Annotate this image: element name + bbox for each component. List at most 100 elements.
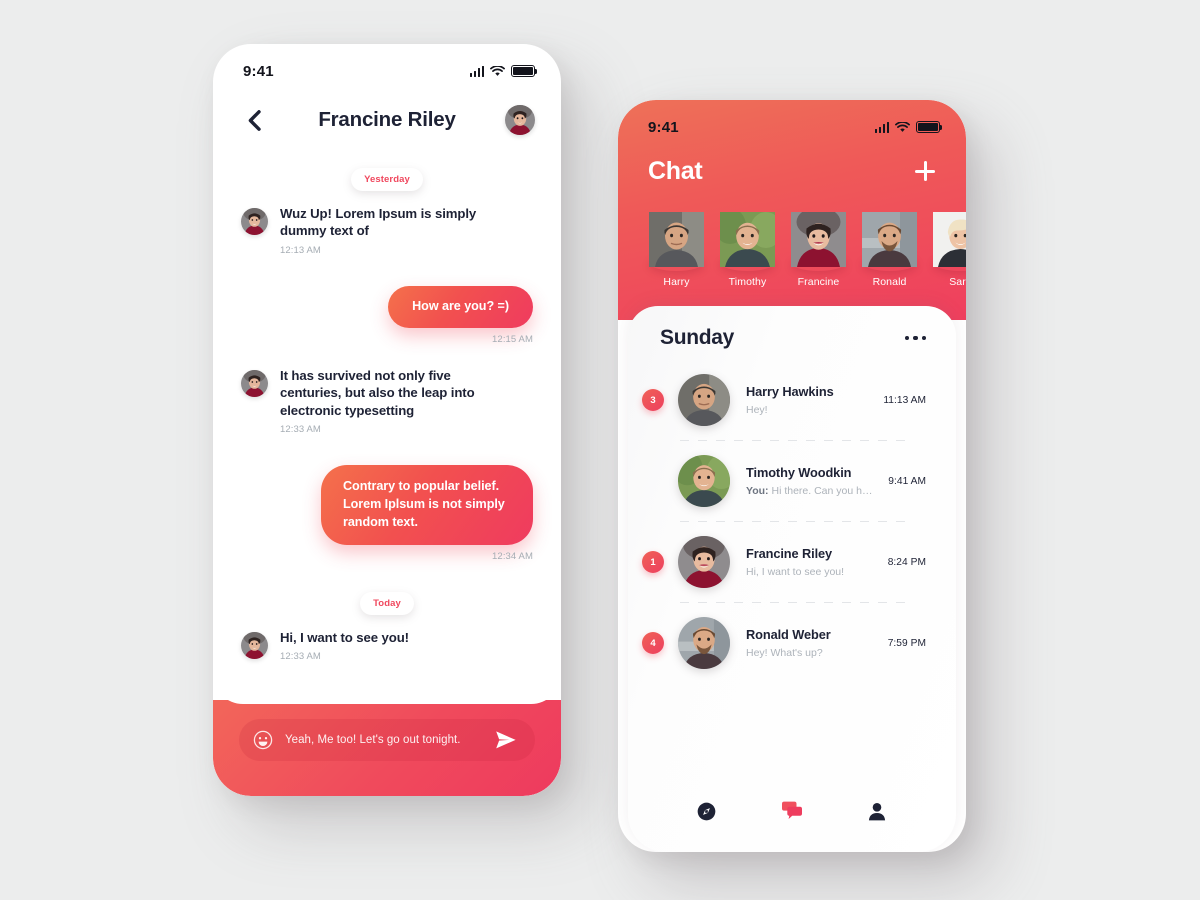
battery-icon (511, 65, 538, 77)
story-item-timothy[interactable]: Timothy (714, 208, 782, 290)
list-item[interactable]: 4 Ronald Weber Hey! What's up? 7:59 PM (628, 603, 956, 683)
avatar-francine[interactable] (505, 105, 535, 135)
contact-name: Francine Riley (746, 546, 833, 561)
message-incoming: Hi, I want to see you! 12:33 AM (241, 629, 533, 662)
story-item-ronald[interactable]: Ronald (862, 212, 917, 290)
message-time: 9:41 AM (888, 475, 926, 487)
message-text: Hi, I want to see you! (280, 629, 409, 645)
avatar-ronald (862, 212, 917, 271)
message-text: Wuz Up! Lorem Ipsum is simply dummy text… (280, 206, 477, 239)
contact-name: Ronald Weber (746, 627, 831, 642)
page-title: Chat (648, 156, 703, 185)
list-item[interactable]: Timothy Woodkin You: Hi there. Can you h… (628, 441, 956, 521)
stories-row[interactable]: Harry Timothy Francine Ronald Sar (618, 194, 966, 290)
avatar-harry (649, 212, 704, 271)
bottom-tab-bar (628, 796, 956, 826)
avatar-francine-small (241, 631, 268, 659)
avatar-ronald (678, 617, 730, 669)
message-bubble: How are you? =) (388, 285, 533, 328)
wifi-icon (895, 121, 910, 133)
avatar-francine-small (241, 208, 268, 235)
message-preview: Hey! What's up? (746, 647, 823, 659)
send-paper-plane-icon[interactable] (495, 730, 517, 750)
section-title: Sunday (660, 326, 735, 349)
message-incoming: It has survived not only five centuries,… (241, 367, 533, 435)
chat-list-header: 9:41 Chat Harry Timothy Francine Ronald … (618, 100, 966, 320)
add-chat-plus-icon[interactable] (912, 158, 938, 184)
wifi-icon (490, 65, 505, 77)
message-text: It has survived not only five centuries,… (280, 367, 475, 418)
tab-explore[interactable] (690, 796, 724, 826)
status-bar-right: 9:41 (618, 100, 966, 146)
composer-bar (213, 674, 561, 796)
story-name: Ronald (872, 276, 907, 288)
message-thread[interactable]: Yesterday Wuz Up! Lorem Ipsum is simply … (213, 150, 561, 758)
message-incoming: Wuz Up! Lorem Ipsum is simply dummy text… (241, 205, 533, 256)
status-bar-icons (874, 121, 943, 133)
message-time: 11:13 AM (883, 394, 926, 406)
preview-prefix: You: (746, 485, 769, 497)
day-separator-yesterday: Yesterday (351, 168, 423, 191)
story-name: Sara (949, 276, 966, 288)
tab-profile[interactable] (860, 796, 894, 826)
message-timestamp: 12:33 AM (280, 423, 321, 435)
story-item-francine[interactable]: Francine (791, 207, 846, 290)
conversation-card: Sunday 3 Harry Hawkins Hey! 11:13 AM Tim… (628, 306, 956, 852)
message-preview: You: Hi there. Can you help me? (746, 485, 878, 497)
message-time: 8:24 PM (887, 556, 926, 568)
canvas-background: 9:41 Francine Riley Yesterday Wuz Up! Lo… (0, 0, 1200, 900)
phone-chat-thread: 9:41 Francine Riley Yesterday Wuz Up! Lo… (213, 44, 561, 796)
status-bar-time: 9:41 (243, 62, 274, 80)
composer-field-wrap[interactable] (239, 719, 535, 761)
tab-chat[interactable] (775, 796, 809, 826)
story-item-sara[interactable]: Sara (933, 212, 966, 290)
chat-bubbles-icon (781, 801, 802, 819)
avatar-francine (678, 536, 730, 588)
battery-icon (916, 121, 943, 133)
contact-name: Harry Hawkins (746, 384, 834, 399)
story-name: Timothy (728, 276, 767, 288)
message-timestamp: 12:13 AM (280, 244, 321, 256)
unread-badge: 3 (642, 389, 664, 411)
day-separator-yesterday-wrap: Yesterday (241, 168, 533, 191)
message-timestamp: 12:34 AM (492, 550, 533, 562)
avatar-francine-small (241, 369, 268, 397)
message-outgoing: Contrary to popular belief. Lorem Iplsum… (241, 464, 533, 562)
avatar-timothy (678, 455, 730, 507)
unread-badge: 4 (642, 632, 664, 654)
more-horizontal-icon[interactable] (904, 330, 926, 347)
phone-chat-list: 9:41 Chat Harry Timothy Francine Ronald … (618, 100, 966, 852)
status-bar-time: 9:41 (648, 118, 679, 136)
unread-badge: 1 (642, 551, 664, 573)
story-name: Francine (797, 276, 840, 288)
cellular-signal-icon (874, 121, 889, 133)
chat-list-titlebar: Chat (618, 146, 966, 194)
list-item[interactable]: 1 Francine Riley Hi, I want to see you! … (628, 522, 956, 602)
status-bar-icons (469, 65, 538, 77)
avatar-timothy (714, 208, 782, 271)
message-bubble: Contrary to popular belief. Lorem Iplsum… (321, 464, 533, 545)
person-profile-icon (869, 802, 886, 820)
story-item-harry[interactable]: Harry (649, 212, 704, 290)
day-separator-today-wrap: Today (241, 591, 533, 615)
status-bar-left: 9:41 (213, 44, 561, 90)
avatar-harry (678, 374, 730, 426)
message-time: 7:59 PM (887, 637, 926, 649)
conversation-card-header: Sunday (628, 306, 956, 350)
message-outgoing: How are you? =) 12:15 AM (241, 285, 533, 345)
contact-name: Timothy Woodkin (746, 465, 852, 480)
back-chevron-left-icon[interactable] (243, 109, 265, 131)
avatar-sara (933, 212, 966, 271)
day-separator-today: Today (360, 591, 414, 615)
message-input[interactable] (285, 734, 483, 746)
message-preview: Hi, I want to see you! (746, 566, 845, 578)
list-item[interactable]: 3 Harry Hawkins Hey! 11:13 AM (628, 360, 956, 440)
cellular-signal-icon (469, 65, 484, 77)
message-preview: Hey! (746, 404, 768, 416)
message-timestamp: 12:33 AM (280, 651, 321, 663)
story-name: Harry (663, 276, 690, 288)
explore-compass-icon (697, 802, 716, 820)
message-timestamp: 12:15 AM (492, 333, 533, 345)
preview-text: Hi there. Can you help me? (771, 485, 878, 497)
smiley-icon[interactable] (253, 730, 273, 750)
